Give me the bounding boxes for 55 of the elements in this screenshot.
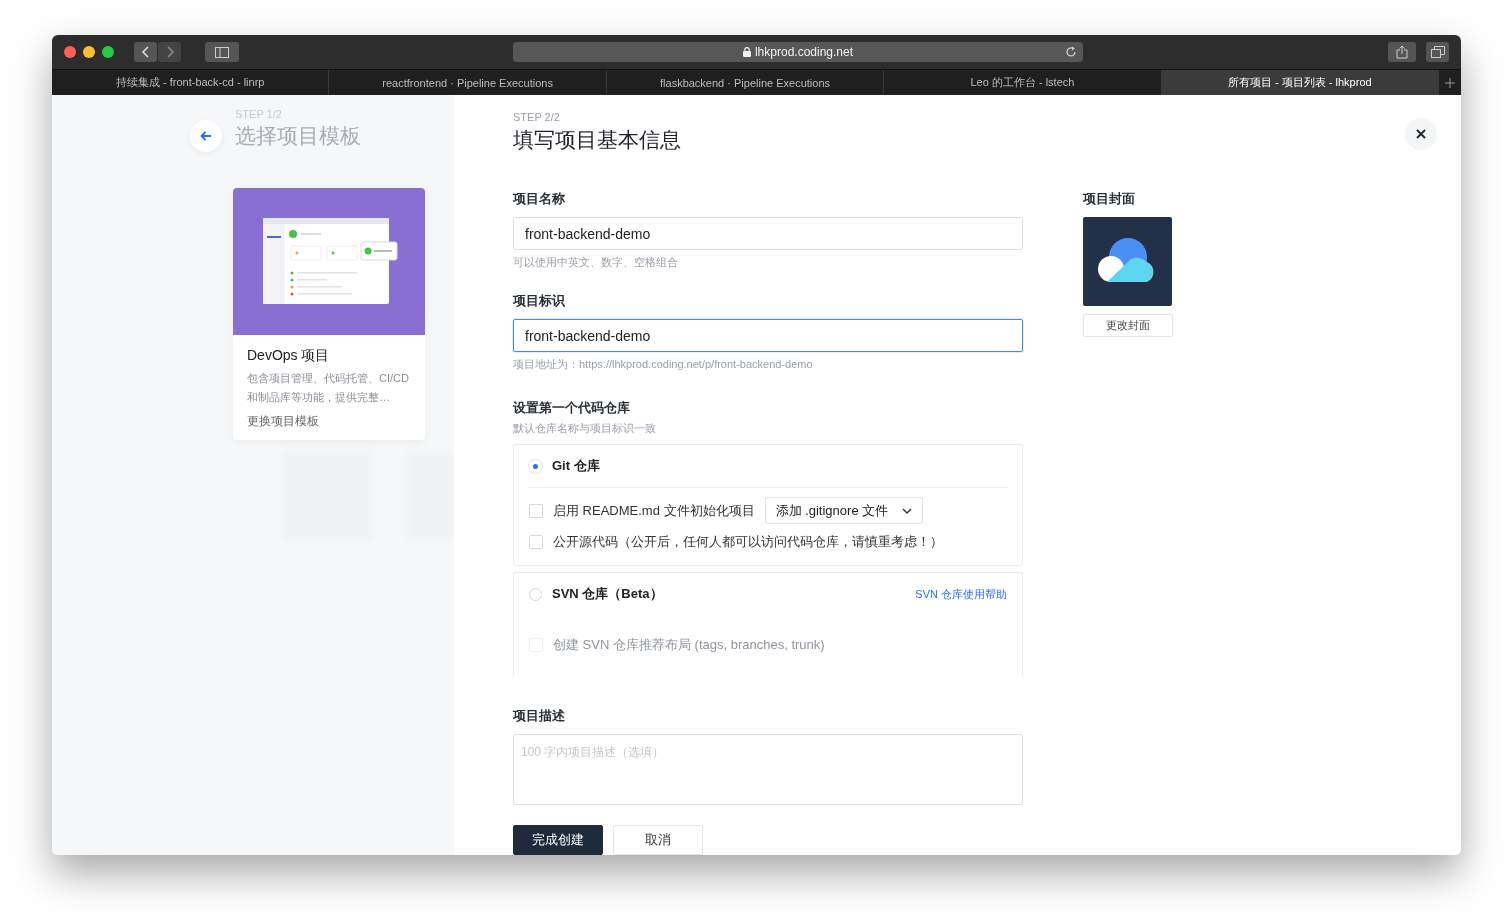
new-tab-icon[interactable] xyxy=(1445,77,1456,88)
checkbox[interactable] xyxy=(529,503,543,518)
section-label: 设置第一个代码仓库 xyxy=(513,399,631,417)
chevron-left-icon xyxy=(140,46,151,58)
template-name: DevOps 项目 xyxy=(247,347,331,365)
step-title: 选择项目模板 xyxy=(235,123,361,149)
share-icon xyxy=(1396,45,1408,59)
close-button[interactable] xyxy=(1405,118,1437,150)
checkbox-label: 创建 SVN 仓库推荐布局 (tags, branches, trunk) xyxy=(553,636,825,654)
cloud-logo-icon xyxy=(1083,217,1172,306)
field-label: 项目名称 xyxy=(513,190,566,208)
change-template-link[interactable]: 更换项目模板 xyxy=(247,413,411,430)
cancel-button[interactable]: 取消 xyxy=(613,825,703,855)
checkbox[interactable] xyxy=(529,534,543,549)
tabs-icon xyxy=(1430,46,1445,58)
caret-icon xyxy=(902,507,913,514)
text-field[interactable]: front-backend-demo xyxy=(513,217,1023,250)
radio-label: Git 仓库 xyxy=(552,457,600,475)
field-hint: 项目地址为：https://lhkprod.coding.net/p/front-backend-demo xyxy=(513,357,814,372)
checkbox-label: 启用 README.md 文件初始化项目 xyxy=(553,501,755,520)
field-label: 项目标识 xyxy=(513,292,566,310)
gitignore-dropdown[interactable]: 添加 .gitignore 文件 xyxy=(764,497,924,524)
create-button[interactable]: 完成创建 xyxy=(513,825,603,855)
lock-icon xyxy=(742,47,751,57)
step-label: STEP 2/2 xyxy=(513,111,561,123)
close-window-icon[interactable] xyxy=(64,46,76,58)
sidebar-button[interactable] xyxy=(205,42,239,62)
arrow-left-icon xyxy=(200,131,212,141)
text-field[interactable]: front-backend-demo xyxy=(513,319,1023,352)
back-button[interactable] xyxy=(134,42,157,62)
help-link[interactable]: SVN 仓库使用帮助 xyxy=(915,586,1007,602)
template-description: 包含项目管理、代码托管、CI/CD 和制品库等功能，提供完整… xyxy=(247,371,410,405)
reload-icon[interactable] xyxy=(1065,46,1077,58)
field-label: 项目描述 xyxy=(513,707,566,725)
minimize-window-icon[interactable] xyxy=(83,46,95,58)
browser-tab[interactable]: 所有项目 - 项目列表 - lhkprod xyxy=(1161,70,1440,95)
share-button[interactable] xyxy=(1388,42,1416,62)
section-hint: 默认仓库名称与项目标识一致 xyxy=(513,421,657,436)
address-bar[interactable]: lhkprod.coding.net xyxy=(513,42,1083,62)
field-hint: 可以使用中英文、数字、空格组合 xyxy=(513,255,679,270)
zoom-window-icon[interactable] xyxy=(102,46,114,58)
sidebar-icon xyxy=(215,46,229,58)
radio-button[interactable] xyxy=(529,587,542,601)
tabs-overview-button[interactable] xyxy=(1426,42,1449,62)
cover-label: 项目封面 xyxy=(1083,190,1135,208)
checkbox-label: 公开源代码（公开后，任何人都可以访问代码仓库，请慎重考虑！） xyxy=(553,532,943,551)
change-cover-button[interactable]: 更改封面 xyxy=(1083,314,1173,337)
close-icon xyxy=(1416,129,1426,139)
back-button[interactable] xyxy=(190,120,222,152)
url-text: lhkprod.coding.net xyxy=(754,45,854,59)
forward-button[interactable] xyxy=(158,42,181,62)
chevron-right-icon xyxy=(164,46,175,58)
template-card[interactable]: DevOps 项目 包含项目管理、代码托管、CI/CD 和制品库等功能，提供完整… 更换项目模板 xyxy=(233,188,425,440)
radio-label: SVN 仓库（Beta） xyxy=(552,585,663,603)
form-title: 填写项目基本信息 xyxy=(513,127,682,153)
